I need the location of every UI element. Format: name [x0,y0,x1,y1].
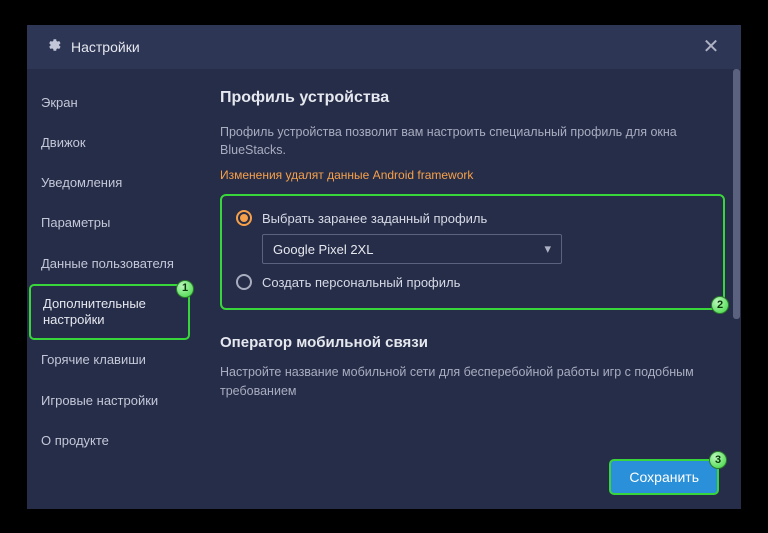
radio-icon [236,274,252,290]
preset-profile-select[interactable]: Google Pixel 2XL ▾ [262,234,562,264]
annotation-badge-3: 3 [709,451,727,469]
carrier-description: Настройте название мобильной сети для бе… [220,363,725,401]
sidebar-item-game[interactable]: Игровые настройки [27,381,192,421]
scrollbar-track[interactable] [732,69,740,455]
radio-icon-selected [236,210,252,226]
body: Экран Движок Уведомления Параметры Данны… [27,69,741,509]
sidebar-item-engine[interactable]: Движок [27,123,192,163]
annotation-badge-2: 2 [711,296,729,314]
sidebar-item-parameters[interactable]: Параметры [27,203,192,243]
sidebar-item-hotkeys[interactable]: Горячие клавиши [27,340,192,380]
radio-label: Создать персональный профиль [262,275,460,290]
sidebar-item-userdata[interactable]: Данные пользователя [27,244,192,284]
profile-warning: Изменения удалят данные Android framewor… [220,168,725,182]
profile-description: Профиль устройства позволит вам настроит… [220,123,725,161]
sidebar-item-notifications[interactable]: Уведомления [27,163,192,203]
profile-box: Выбрать заранее заданный профиль Google … [220,194,725,310]
sidebar-item-about[interactable]: О продукте [27,421,192,461]
settings-window: Настройки ✕ Экран Движок Уведомления Пар… [27,25,741,509]
window-title: Настройки [71,39,689,55]
sidebar-item-advanced[interactable]: Дополнительные настройки 1 [29,284,190,341]
sidebar-item-label: Дополнительные настройки [43,296,146,327]
section-heading-carrier: Оператор мобильной связи [220,334,725,351]
radio-label: Выбрать заранее заданный профиль [262,211,487,226]
scrollbar-thumb[interactable] [733,69,740,319]
main-panel: Профиль устройства Профиль устройства по… [192,69,741,509]
close-icon[interactable]: ✕ [699,34,723,59]
radio-preset-profile[interactable]: Выбрать заранее заданный профиль [236,210,709,226]
chevron-down-icon: ▾ [544,241,551,257]
select-value: Google Pixel 2XL [273,242,373,257]
sidebar: Экран Движок Уведомления Параметры Данны… [27,69,192,509]
save-wrap: Сохранить 3 [609,459,719,495]
carrier-section: Оператор мобильной связи Настройте назва… [220,334,725,401]
titlebar: Настройки ✕ [27,25,741,69]
save-button[interactable]: Сохранить [609,459,719,495]
radio-custom-profile[interactable]: Создать персональный профиль [236,274,709,290]
section-heading-profile: Профиль устройства [220,89,725,107]
sidebar-item-screen[interactable]: Экран [27,83,192,123]
gear-icon [45,37,61,56]
